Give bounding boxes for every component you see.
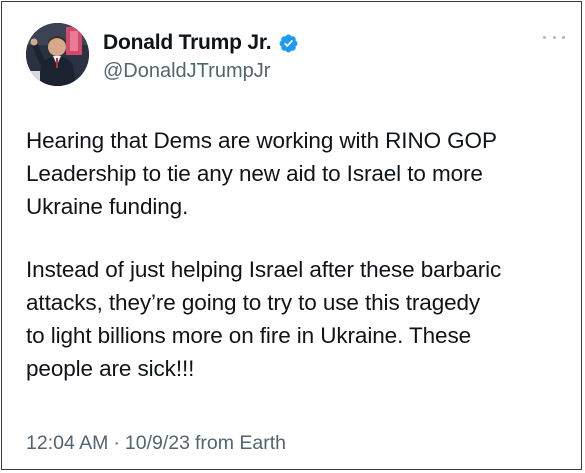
tweet-paragraph: Hearing that Dems are working with RINO … bbox=[26, 128, 497, 219]
tweet-meta: 12:04 AM · 10/9/23 from Earth bbox=[26, 432, 286, 455]
avatar[interactable] bbox=[26, 23, 89, 86]
meta-separator: · bbox=[113, 432, 120, 454]
dot bbox=[552, 35, 556, 39]
author-handle[interactable]: @DonaldJTrumpJr bbox=[103, 60, 270, 83]
tweet-time[interactable]: 12:04 AM bbox=[26, 432, 108, 455]
tweet-source: from Earth bbox=[194, 432, 286, 454]
verified-badge-icon bbox=[279, 34, 298, 52]
profile-photo-icon bbox=[26, 23, 89, 86]
tweet-card: Donald Trump Jr. @DonaldJTrumpJr Hearing… bbox=[2, 2, 581, 469]
dot bbox=[543, 35, 546, 39]
tweet-paragraph: Instead of just helping Israel after the… bbox=[26, 257, 502, 381]
dot bbox=[562, 35, 565, 39]
tweet-text: Hearing that Dems are working with RINO … bbox=[26, 124, 571, 385]
author-name-row: Donald Trump Jr. bbox=[103, 29, 299, 57]
display-name[interactable]: Donald Trump Jr. bbox=[103, 31, 272, 55]
tweet-frame: Donald Trump Jr. @DonaldJTrumpJr Hearing… bbox=[1, 1, 582, 470]
tweet-date[interactable]: 10/9/23 bbox=[125, 432, 190, 455]
more-options-icon[interactable] bbox=[543, 30, 565, 44]
